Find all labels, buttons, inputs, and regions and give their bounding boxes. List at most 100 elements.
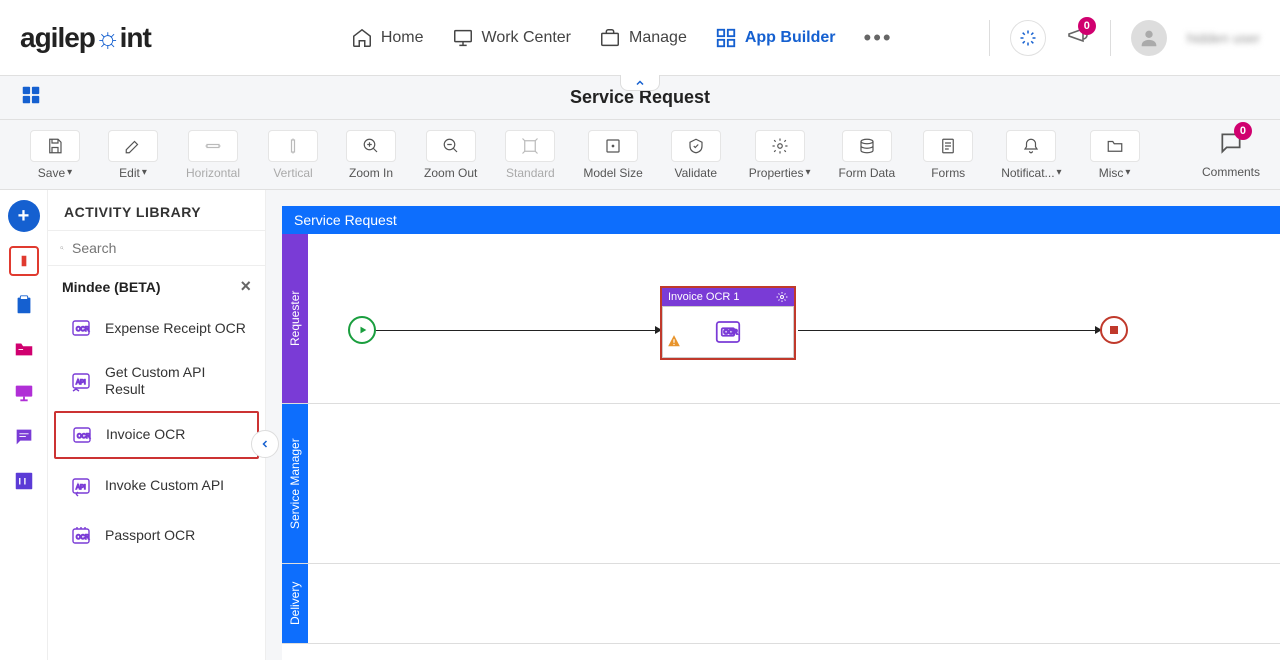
vertical-button[interactable]: Vertical xyxy=(258,124,328,186)
activity-invoice-ocr[interactable]: Invoice OCR 1 OCR xyxy=(660,286,796,360)
edge xyxy=(376,330,660,331)
nav-manage[interactable]: Manage xyxy=(599,27,687,49)
horizontal-icon xyxy=(204,137,222,155)
form-data-icon xyxy=(858,137,876,155)
vertical-icon xyxy=(284,137,302,155)
warning-icon xyxy=(667,334,681,353)
activity-library: ACTIVITY LIBRARY Mindee (BETA) × OCR Exp… xyxy=(48,190,266,660)
apps-grid-button[interactable] xyxy=(20,84,42,111)
swimlane-requester: Requester Invoice OCR 1 xyxy=(282,234,1280,404)
zoom-in-icon xyxy=(362,137,380,155)
notification-button[interactable]: 0 xyxy=(1066,23,1090,52)
user-icon xyxy=(1138,27,1160,49)
search-icon xyxy=(60,239,64,257)
nav-work-center-label: Work Center xyxy=(482,29,572,47)
nav-right: 0 hidden user xyxy=(990,20,1260,56)
zoom-out-label: Zoom Out xyxy=(424,166,477,180)
start-node[interactable] xyxy=(348,316,376,344)
rail-folder-icon[interactable] xyxy=(9,334,39,364)
monitor-icon xyxy=(452,27,474,49)
top-navigation: agilep☼int Home Work Center Manage App B… xyxy=(0,0,1280,76)
properties-label: Properties xyxy=(749,166,804,180)
gear-icon[interactable] xyxy=(776,291,788,303)
rail-code-icon[interactable]: I I xyxy=(9,466,39,496)
nav-home[interactable]: Home xyxy=(351,27,424,49)
spinner-icon xyxy=(1019,29,1037,47)
nav-manage-label: Manage xyxy=(629,29,687,47)
save-label: Save xyxy=(38,166,65,180)
edit-icon xyxy=(124,137,142,155)
collapse-library-button[interactable] xyxy=(251,430,279,458)
misc-button[interactable]: Misc▾ xyxy=(1080,124,1150,186)
comments-button[interactable]: 0 Comments xyxy=(1202,130,1260,179)
comments-label: Comments xyxy=(1202,165,1260,179)
library-item-invoice-ocr[interactable]: OCR Invoice OCR xyxy=(54,411,259,459)
notifications-button[interactable]: Notificat...▾ xyxy=(991,124,1071,186)
ocr-icon: OCR xyxy=(69,524,93,548)
svg-text:OCR: OCR xyxy=(76,535,90,541)
horizontal-label: Horizontal xyxy=(186,166,240,180)
nav-work-center[interactable]: Work Center xyxy=(452,27,572,49)
rail-presentation-icon[interactable] xyxy=(9,378,39,408)
form-data-label: Form Data xyxy=(839,166,896,180)
activity-title: Invoice OCR 1 xyxy=(668,291,740,303)
end-node[interactable] xyxy=(1100,316,1128,344)
validate-label: Validate xyxy=(675,166,717,180)
svg-text:OCR: OCR xyxy=(76,327,90,333)
zoom-out-button[interactable]: Zoom Out xyxy=(414,124,487,186)
folder-icon xyxy=(1106,137,1124,155)
library-item-passport-ocr[interactable]: OCR Passport OCR xyxy=(54,513,259,559)
standard-button[interactable]: Standard xyxy=(495,124,565,186)
workspace: + I I ACTIVITY LIBRARY Mindee (BETA) × O… xyxy=(0,190,1280,660)
library-search xyxy=(48,230,265,266)
forms-button[interactable]: Forms xyxy=(913,124,983,186)
rail-activities-icon[interactable] xyxy=(9,246,39,276)
briefcase-icon xyxy=(599,27,621,49)
bell-icon xyxy=(1022,137,1040,155)
comments-badge: 0 xyxy=(1234,122,1252,140)
lane-label[interactable]: Service Manager xyxy=(282,404,308,563)
canvas[interactable]: Service Request Requester Invoice OCR 1 xyxy=(282,206,1280,660)
library-item-label: Invoice OCR xyxy=(106,426,185,443)
validate-button[interactable]: Validate xyxy=(661,124,731,186)
toolbar: Save▾ Edit▾ Horizontal Vertical Zoom In … xyxy=(0,120,1280,190)
rail-clipboard-icon[interactable] xyxy=(9,290,39,320)
lane-label[interactable]: Requester xyxy=(282,234,308,403)
library-item-invoke-custom-api[interactable]: API Invoke Custom API xyxy=(54,463,259,509)
form-data-button[interactable]: Form Data xyxy=(829,124,906,186)
rail-chat-icon[interactable] xyxy=(9,422,39,452)
add-button[interactable]: + xyxy=(8,200,40,232)
library-item-expense-receipt[interactable]: OCR Expense Receipt OCR xyxy=(54,305,259,351)
standard-icon xyxy=(521,137,539,155)
library-title: ACTIVITY LIBRARY xyxy=(48,190,265,230)
lane-label[interactable]: Delivery xyxy=(282,564,308,643)
notification-badge: 0 xyxy=(1078,17,1096,35)
library-category-label: Mindee (BETA) xyxy=(62,279,161,295)
model-size-button[interactable]: Model Size xyxy=(573,124,652,186)
properties-button[interactable]: Properties▾ xyxy=(739,124,821,186)
collapse-header-button[interactable] xyxy=(620,75,660,91)
close-category-button[interactable]: × xyxy=(240,276,251,297)
library-item-label: Get Custom API Result xyxy=(105,364,246,398)
lane-content[interactable] xyxy=(308,564,1280,643)
horizontal-button[interactable]: Horizontal xyxy=(176,124,250,186)
zoom-out-icon xyxy=(442,137,460,155)
library-item-get-custom-api[interactable]: API Get Custom API Result xyxy=(54,355,259,407)
title-bar: Service Request xyxy=(0,76,1280,120)
save-button[interactable]: Save▾ xyxy=(20,124,90,186)
svg-text:API: API xyxy=(76,485,86,491)
nav-items: Home Work Center Manage App Builder ••• xyxy=(351,25,893,51)
avatar[interactable] xyxy=(1131,20,1167,56)
svg-text:I I: I I xyxy=(18,477,26,487)
zoom-in-button[interactable]: Zoom In xyxy=(336,124,406,186)
search-input[interactable] xyxy=(72,240,253,256)
lane-content[interactable] xyxy=(308,404,1280,563)
loading-icon[interactable] xyxy=(1010,20,1046,56)
properties-icon xyxy=(771,137,789,155)
nav-more-icon[interactable]: ••• xyxy=(864,25,893,51)
nav-app-builder[interactable]: App Builder xyxy=(715,27,836,49)
lane-content[interactable]: Invoice OCR 1 OCR xyxy=(308,234,1280,403)
edit-button[interactable]: Edit▾ xyxy=(98,124,168,186)
model-size-label: Model Size xyxy=(583,166,642,180)
ocr-icon: OCR xyxy=(711,317,745,347)
